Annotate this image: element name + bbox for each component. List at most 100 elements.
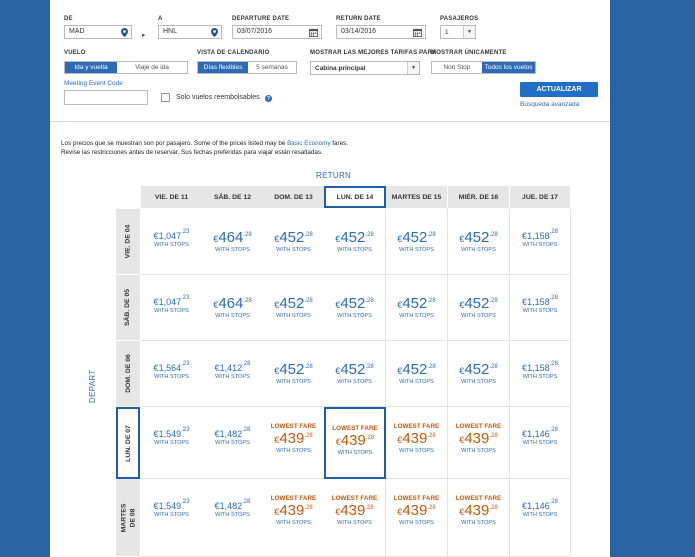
chevron-down-icon: ▼ xyxy=(407,62,419,74)
non-stop-option[interactable]: Non Stop xyxy=(432,62,482,73)
fare-price: €1,047.23 xyxy=(141,229,202,241)
fare-cell[interactable]: LOWEST FARE €439.28 WITH STOPS xyxy=(448,479,510,557)
return-date-header[interactable]: MIÉR. DE 16 xyxy=(448,186,510,208)
return-date-header[interactable]: LUN. DE 14 xyxy=(324,186,386,208)
fare-cell[interactable]: LOWEST FARE €439.28 WITH STOPS xyxy=(448,407,510,479)
fare-cell[interactable]: €1,146.28 WITH STOPS xyxy=(510,479,571,557)
fare-cell[interactable]: LOWEST FARE €439.28 WITH STOPS xyxy=(324,479,386,557)
fare-cents: .23 xyxy=(181,499,190,505)
calendar-icon[interactable] xyxy=(309,28,318,37)
depart-date-label: MARTES DE 08 xyxy=(120,503,137,532)
to-field[interactable]: HNL xyxy=(158,25,222,39)
fare-cell[interactable]: €452.28 WITH STOPS xyxy=(324,341,386,407)
fare-cents: .28 xyxy=(365,232,374,238)
passengers-value: 1 xyxy=(445,29,449,36)
lowest-fare-label: LOWEST FARE xyxy=(455,423,502,430)
fare-cell[interactable]: €1,412.28 WITH STOPS xyxy=(202,341,264,407)
fare-cell[interactable]: €452.28 WITH STOPS xyxy=(263,209,325,275)
round-trip-option[interactable]: Ida y vuelta xyxy=(65,62,117,73)
depart-date-header[interactable]: VIE. DE 04 xyxy=(116,209,140,275)
fare-price: €464.28 xyxy=(202,229,263,246)
fare-cell[interactable]: €1,047.23 WITH STOPS xyxy=(141,209,203,275)
fare-cents: .28 xyxy=(427,433,436,439)
depart-date-header[interactable]: MARTES DE 08 xyxy=(116,479,140,557)
fare-whole: 1,158 xyxy=(527,363,550,373)
depart-date-header[interactable]: DOM. DE 06 xyxy=(116,341,140,407)
help-icon[interactable]: ? xyxy=(265,95,272,102)
return-date-header[interactable]: DOM. DE 13 xyxy=(263,186,325,208)
passengers-select[interactable]: 1 ▼ xyxy=(440,25,476,39)
fare-cell[interactable]: €452.28 WITH STOPS xyxy=(263,341,325,407)
return-date-header[interactable]: SÁB. DE 12 xyxy=(202,186,264,208)
one-way-option[interactable]: Viaje de ida xyxy=(117,62,187,73)
advanced-search-link[interactable]: Búsqueda avanzada xyxy=(520,101,579,108)
fare-cell[interactable]: €452.28 WITH STOPS xyxy=(448,275,510,341)
basic-economy-link[interactable]: Basic Economy xyxy=(287,140,330,147)
fare-cell[interactable]: €452.28 WITH STOPS xyxy=(448,209,510,275)
fare-cell[interactable]: €1,158.28 WITH STOPS xyxy=(510,341,571,407)
fare-price: €452.28 xyxy=(263,295,324,312)
cabin-select[interactable]: Cabina principal ▼ xyxy=(310,61,420,75)
fare-whole: 452 xyxy=(464,229,490,246)
return-date-header[interactable]: JUE. DE 17 xyxy=(510,186,571,208)
fare-cell[interactable]: €1,158.28 WITH STOPS xyxy=(510,275,571,341)
flight-type-label: VUELO xyxy=(64,50,86,56)
fare-cell[interactable]: LOWEST FARE €439.28 WITH STOPS xyxy=(263,407,325,479)
fare-price: €439.28 xyxy=(386,430,447,447)
meeting-event-code-link[interactable]: Meeting Event Code xyxy=(64,80,123,87)
fare-cell[interactable]: €1,146.28 WITH STOPS xyxy=(510,407,571,479)
fare-cell[interactable]: €452.28 WITH STOPS xyxy=(386,341,448,407)
depart-date-header[interactable]: SÁB. DE 05 xyxy=(116,275,140,341)
with-stops-label: WITH STOPS xyxy=(461,313,496,319)
fare-cell[interactable]: €1,158.28 WITH STOPS xyxy=(510,209,571,275)
fare-price: €452.28 xyxy=(324,295,385,312)
fare-cell[interactable]: €464.28 WITH STOPS xyxy=(202,275,264,341)
fare-cell[interactable]: LOWEST FARE €439.28 WITH STOPS xyxy=(324,407,386,479)
fare-cell[interactable]: €452.28 WITH STOPS xyxy=(386,275,448,341)
fare-cell[interactable]: LOWEST FARE €439.28 WITH STOPS xyxy=(263,479,325,557)
fare-cell[interactable]: LOWEST FARE €439.28 WITH STOPS xyxy=(386,479,448,557)
depart-date-header[interactable]: LUN. DE 07 xyxy=(116,407,140,479)
fare-cell[interactable]: €1,482.28 WITH STOPS xyxy=(202,407,264,479)
fare-whole: 452 xyxy=(340,229,366,246)
update-button[interactable]: ACTUALIZAR xyxy=(520,82,598,97)
from-field[interactable]: MAD xyxy=(64,25,132,39)
fare-cell[interactable]: €1,549.23 WITH STOPS xyxy=(141,407,203,479)
fare-cell[interactable]: €452.28 WITH STOPS xyxy=(448,341,510,407)
return-date-field[interactable]: 03/14/2016 xyxy=(336,25,426,39)
fare-cell[interactable]: €464.28 WITH STOPS xyxy=(202,209,264,275)
calendar-icon[interactable] xyxy=(413,28,422,37)
depart-date-field[interactable]: 03/07/2016 xyxy=(232,25,322,39)
fare-cell[interactable]: LOWEST FARE €439.28 WITH STOPS xyxy=(386,407,448,479)
fare-price: €1,158.28 xyxy=(510,361,570,373)
five-weeks-option[interactable]: 5 semanas xyxy=(248,62,296,73)
fare-cell[interactable]: €452.28 WITH STOPS xyxy=(263,275,325,341)
all-flights-option[interactable]: Todos los vuelos xyxy=(482,62,535,73)
meeting-event-code-input[interactable] xyxy=(64,90,148,105)
fare-whole: 452 xyxy=(402,229,428,246)
return-date-header[interactable]: MARTES DE 15 xyxy=(386,186,448,208)
refundable-checkbox[interactable] xyxy=(161,93,170,102)
flexible-days-option[interactable]: Días flexibles xyxy=(198,62,248,73)
with-stops-label: WITH STOPS xyxy=(154,440,189,446)
fare-cell[interactable]: €1,549.23 WITH STOPS xyxy=(141,479,203,557)
fare-cell[interactable]: €452.28 WITH STOPS xyxy=(324,275,386,341)
fare-cell[interactable]: €1,564.23 WITH STOPS xyxy=(141,341,203,407)
chevron-down-icon: ▼ xyxy=(463,26,475,38)
fare-whole: 1,412 xyxy=(219,363,243,373)
fare-cell[interactable]: €452.28 WITH STOPS xyxy=(324,209,386,275)
fare-cell[interactable]: €1,482.28 WITH STOPS xyxy=(202,479,264,557)
with-stops-label: WITH STOPS xyxy=(461,520,496,526)
fare-cents: .23 xyxy=(181,295,190,301)
with-stops-label: WITH STOPS xyxy=(337,313,372,319)
with-stops-label: WITH STOPS xyxy=(215,440,250,446)
fare-cell[interactable]: €1,047.23 WITH STOPS xyxy=(141,275,203,341)
return-date-header[interactable]: VIE. DE 11 xyxy=(141,186,203,208)
fare-whole: 452 xyxy=(340,361,366,378)
with-stops-label: WITH STOPS xyxy=(215,247,250,253)
fare-price: €452.28 xyxy=(324,361,385,378)
depart-date-label: DOM. DE 06 xyxy=(124,354,132,393)
fare-whole: 1,482 xyxy=(219,501,243,511)
fare-cell[interactable]: €452.28 WITH STOPS xyxy=(386,209,448,275)
with-stops-label: WITH STOPS xyxy=(399,448,434,454)
